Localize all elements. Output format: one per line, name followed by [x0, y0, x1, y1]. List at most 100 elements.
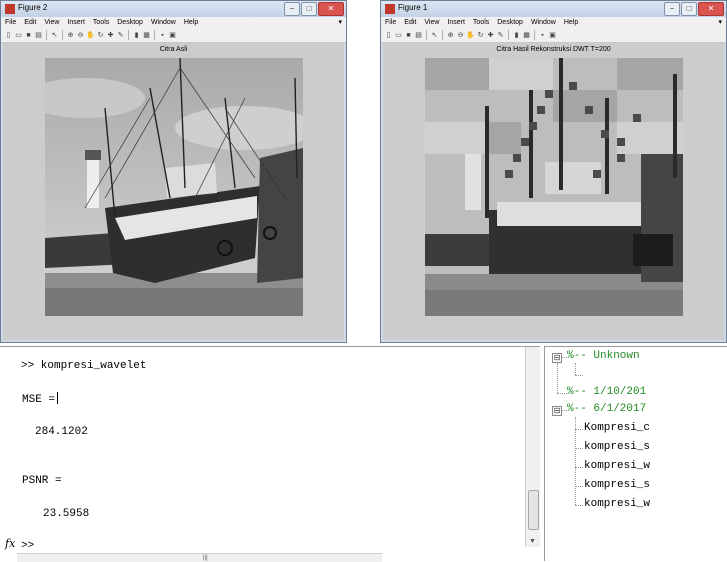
- tree-connector: [575, 375, 583, 376]
- figure-1-titlebar[interactable]: Figure 1 − □ ✕: [381, 1, 726, 17]
- tree-connector: [575, 417, 576, 505]
- toolbar-divider: [442, 30, 443, 40]
- menu-tools[interactable]: Tools: [93, 19, 109, 26]
- menu-view[interactable]: View: [424, 19, 439, 26]
- output-label-mse: MSE =: [22, 392, 59, 406]
- legend-icon[interactable]: ▦: [522, 31, 531, 40]
- menu-file[interactable]: File: [5, 19, 16, 26]
- show-plot-tools-icon[interactable]: ▣: [168, 31, 177, 40]
- data-cursor-icon[interactable]: ✚: [106, 31, 115, 40]
- new-file-icon[interactable]: ▯: [384, 31, 393, 40]
- pointer-icon[interactable]: ↖: [430, 31, 439, 40]
- hide-plot-tools-icon[interactable]: ▪: [158, 31, 167, 40]
- pan-icon[interactable]: ✋: [466, 31, 475, 40]
- menu-desktop[interactable]: Desktop: [117, 19, 143, 26]
- pointer-icon[interactable]: ↖: [50, 31, 59, 40]
- menu-edit[interactable]: Edit: [404, 19, 416, 26]
- zoom-out-icon[interactable]: ⊖: [76, 31, 85, 40]
- tree-connector: [575, 363, 576, 375]
- menu-tools[interactable]: Tools: [473, 19, 489, 26]
- menu-desktop[interactable]: Desktop: [497, 19, 523, 26]
- axes-title: Citra Asli: [159, 46, 188, 53]
- menu-insert[interactable]: Insert: [447, 19, 465, 26]
- output-label-mse-text: MSE =: [22, 394, 56, 406]
- original-boat-image: [45, 58, 303, 316]
- scrollbar-thumb[interactable]: [528, 490, 539, 530]
- open-folder-icon[interactable]: ▭: [14, 31, 23, 40]
- tree-connector: [575, 429, 583, 430]
- show-plot-tools-icon[interactable]: ▣: [548, 31, 557, 40]
- rotate-icon[interactable]: ↻: [476, 31, 485, 40]
- close-button[interactable]: ✕: [698, 2, 724, 16]
- new-file-icon[interactable]: ▯: [4, 31, 13, 40]
- command-prompt[interactable]: >>: [21, 540, 34, 552]
- legend-icon[interactable]: ▦: [142, 31, 151, 40]
- axes-title: Citra Hasil Rekonstruksi DWT T=200: [496, 46, 611, 53]
- zoom-in-icon[interactable]: ⊕: [66, 31, 75, 40]
- zoom-out-icon[interactable]: ⊖: [456, 31, 465, 40]
- close-button[interactable]: ✕: [318, 2, 344, 16]
- command-window[interactable]: >> kompresi_wavelet MSE = 284.1202 PSNR …: [0, 346, 540, 562]
- scrollbar-grip-icon[interactable]: |||: [203, 555, 208, 561]
- toolbar-divider: [426, 30, 427, 40]
- figure-2-toolbar: ▯ ▭ ■ ▤ ↖ ⊕ ⊖ ✋ ↻ ✚ ✎ ▮ ▦ ▪ ▣: [1, 28, 346, 43]
- history-group-date[interactable]: %-- 1/10/201: [567, 386, 646, 398]
- collapse-icon[interactable]: ⊟: [552, 406, 562, 416]
- history-item[interactable]: kompresi_w: [584, 498, 650, 510]
- scroll-down-icon[interactable]: ▼: [529, 538, 536, 545]
- menu-edit[interactable]: Edit: [24, 19, 36, 26]
- pan-icon[interactable]: ✋: [86, 31, 95, 40]
- print-icon[interactable]: ▤: [34, 31, 43, 40]
- zoom-in-icon[interactable]: ⊕: [446, 31, 455, 40]
- brush-icon[interactable]: ✎: [116, 31, 125, 40]
- collapse-icon[interactable]: ⊟: [552, 353, 562, 363]
- menu-window[interactable]: Window: [151, 19, 176, 26]
- figure-1-window[interactable]: Figure 1 − □ ✕ File Edit View Insert Too…: [380, 0, 727, 343]
- save-icon[interactable]: ■: [404, 31, 413, 40]
- rotate-icon[interactable]: ↻: [96, 31, 105, 40]
- data-cursor-icon[interactable]: ✚: [486, 31, 495, 40]
- history-item[interactable]: kompresi_w: [584, 460, 650, 472]
- maximize-button[interactable]: □: [301, 2, 317, 16]
- history-item[interactable]: Kompresi_c: [584, 422, 650, 434]
- matlab-icon: [385, 4, 395, 14]
- hide-plot-tools-icon[interactable]: ▪: [538, 31, 547, 40]
- command-line: >> kompresi_wavelet: [21, 360, 147, 372]
- horizontal-scrollbar[interactable]: |||: [17, 553, 382, 562]
- figure-2-window[interactable]: Figure 2 − □ ✕ File Edit View Insert Too…: [0, 0, 347, 343]
- output-value-mse: 284.1202: [35, 426, 88, 438]
- brush-icon[interactable]: ✎: [496, 31, 505, 40]
- history-item[interactable]: kompresi_s: [584, 479, 650, 491]
- figure-1-toolbar: ▯ ▭ ■ ▤ ↖ ⊕ ⊖ ✋ ↻ ✚ ✎ ▮ ▦ ▪ ▣: [381, 28, 726, 43]
- menu-overflow-icon[interactable]: ▾: [718, 18, 722, 26]
- window-title: Figure 2: [18, 3, 48, 12]
- history-group-date[interactable]: %-- 6/1/2017: [567, 403, 646, 415]
- colorbar-icon[interactable]: ▮: [132, 31, 141, 40]
- function-browser-icon[interactable]: fx: [5, 537, 15, 550]
- history-group-unknown[interactable]: %-- Unknown: [567, 350, 640, 362]
- menu-overflow-icon[interactable]: ▾: [338, 18, 342, 26]
- matlab-icon: [5, 4, 15, 14]
- tree-connector: [575, 448, 583, 449]
- vertical-scrollbar[interactable]: ▼: [525, 347, 540, 547]
- figure-2-titlebar[interactable]: Figure 2 − □ ✕: [1, 1, 346, 17]
- tree-connector: [575, 467, 583, 468]
- open-folder-icon[interactable]: ▭: [394, 31, 403, 40]
- figure-2-menubar: File Edit View Insert Tools Desktop Wind…: [1, 17, 346, 28]
- menu-window[interactable]: Window: [531, 19, 556, 26]
- menu-insert[interactable]: Insert: [67, 19, 85, 26]
- menu-file[interactable]: File: [385, 19, 396, 26]
- print-icon[interactable]: ▤: [414, 31, 423, 40]
- menu-view[interactable]: View: [44, 19, 59, 26]
- history-item[interactable]: kompresi_s: [584, 441, 650, 453]
- colorbar-icon[interactable]: ▮: [512, 31, 521, 40]
- minimize-button[interactable]: −: [664, 2, 680, 16]
- command-history-panel[interactable]: ⊟ %-- Unknown %-- 1/10/201 ⊟ %-- 6/1/201…: [544, 346, 727, 561]
- tree-connector: [557, 393, 567, 394]
- menu-help[interactable]: Help: [184, 19, 198, 26]
- menu-help[interactable]: Help: [564, 19, 578, 26]
- save-icon[interactable]: ■: [24, 31, 33, 40]
- maximize-button[interactable]: □: [681, 2, 697, 16]
- minimize-button[interactable]: −: [284, 2, 300, 16]
- toolbar-divider: [508, 30, 509, 40]
